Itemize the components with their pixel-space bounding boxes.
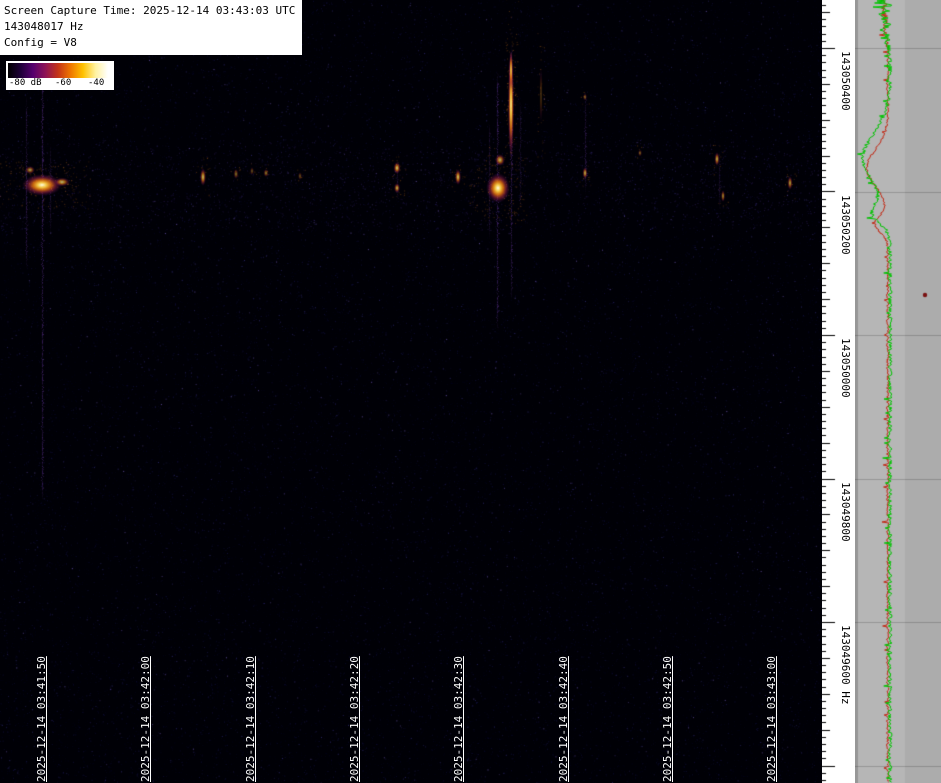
time-axis-label: 2025-12-14 03:42:50 xyxy=(660,656,674,782)
time-axis-label: 2025-12-14 03:42:30 xyxy=(452,656,466,782)
config-text: Config = V8 xyxy=(4,36,77,49)
spectrogram-screen-capture: Screen Capture Time: 2025-12-14 03:43:03… xyxy=(0,0,941,783)
legend-label-min: -80 dB xyxy=(9,78,42,88)
time-axis-label: 2025-12-14 03:42:00 xyxy=(139,656,153,782)
color-scale-labels: -80 dB -60 -40 xyxy=(8,78,112,89)
frequency-axis-label: 143050400 xyxy=(839,51,852,111)
color-scale-legend: -80 dB -60 -40 xyxy=(6,61,114,90)
legend-label-max: -40 xyxy=(88,78,105,88)
live-spectrum-panel xyxy=(855,0,941,783)
frequency-axis-label: 143050200 xyxy=(839,194,852,255)
frequency-axis-label: 143049600 Hz xyxy=(839,625,852,705)
legend-label-mid: -60 xyxy=(55,78,72,88)
time-axis-label: 2025-12-14 03:42:40 xyxy=(556,656,570,782)
capture-time-text: Screen Capture Time: 2025-12-14 03:43:03… xyxy=(4,4,296,17)
time-axis-label: 2025-12-14 03:41:50 xyxy=(35,656,48,782)
waterfall-spectrogram xyxy=(0,0,822,783)
frequency-axis-label: 143050000 xyxy=(839,338,852,398)
time-axis-label: 2025-12-14 03:42:10 xyxy=(243,656,257,782)
frequency-axis-label: 143049800 xyxy=(839,481,852,542)
color-scale-gradient xyxy=(8,63,108,78)
time-axis-label: 2025-12-14 03:43:00 xyxy=(765,656,779,782)
capture-info-box: Screen Capture Time: 2025-12-14 03:43:03… xyxy=(0,0,303,55)
time-axis-label: 2025-12-14 03:42:20 xyxy=(347,656,361,782)
capture-frequency-text: 143048017 Hz xyxy=(4,20,84,33)
